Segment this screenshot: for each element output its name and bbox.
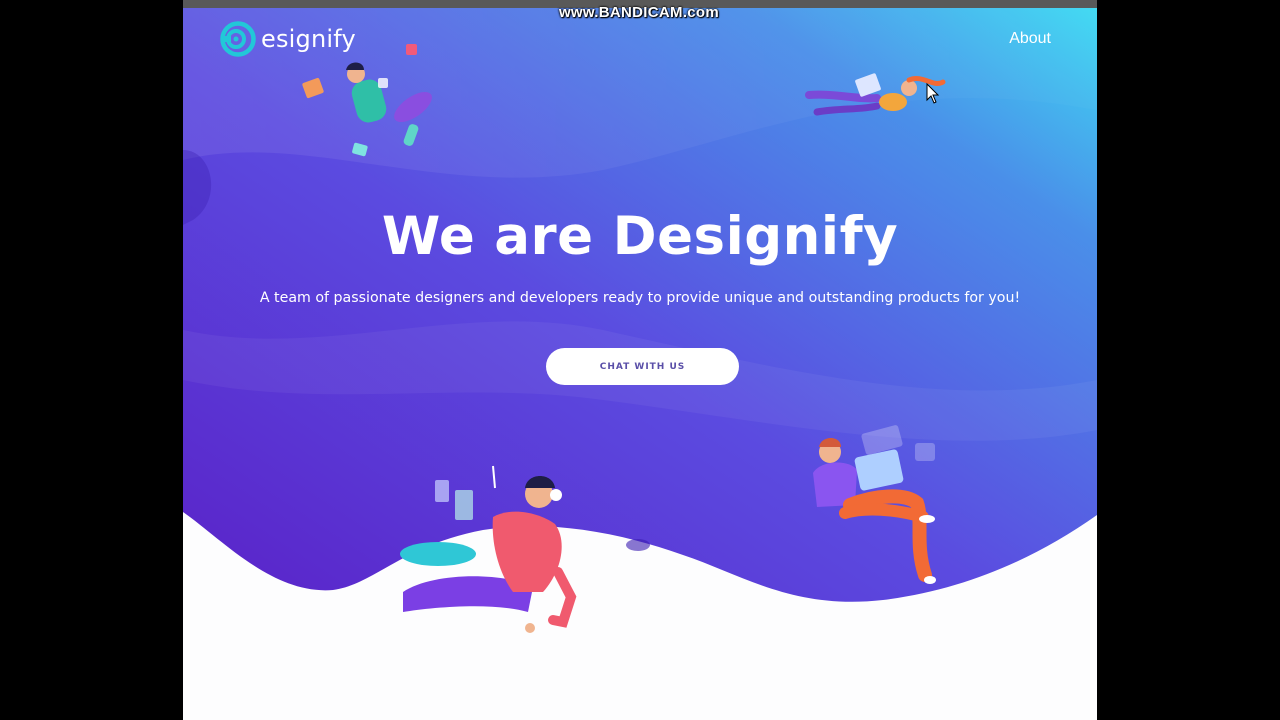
logo-icon (220, 21, 256, 57)
recording-watermark: www.BANDICAM.com (558, 4, 720, 21)
nav-link-about[interactable]: About (1009, 30, 1051, 48)
chat-with-us-button[interactable]: CHAT WITH US (546, 348, 739, 385)
logo-wordmark: esignify (261, 25, 356, 53)
cursor-icon (926, 82, 940, 104)
hero-subtitle: A team of passionate designers and devel… (259, 290, 1021, 306)
illustration-tablet-person-bottom-left (400, 465, 577, 633)
brand-logo[interactable]: esignify (219, 18, 359, 60)
illustration-floating-person-left (302, 44, 432, 157)
illustration-laptop-person-bottom-right (813, 425, 936, 584)
illustration-laptop-person-top-right (805, 73, 946, 116)
browser-viewport: www.BANDICAM.com esignify About We are D… (183, 0, 1097, 720)
hero-title: We are Designify (381, 206, 899, 267)
